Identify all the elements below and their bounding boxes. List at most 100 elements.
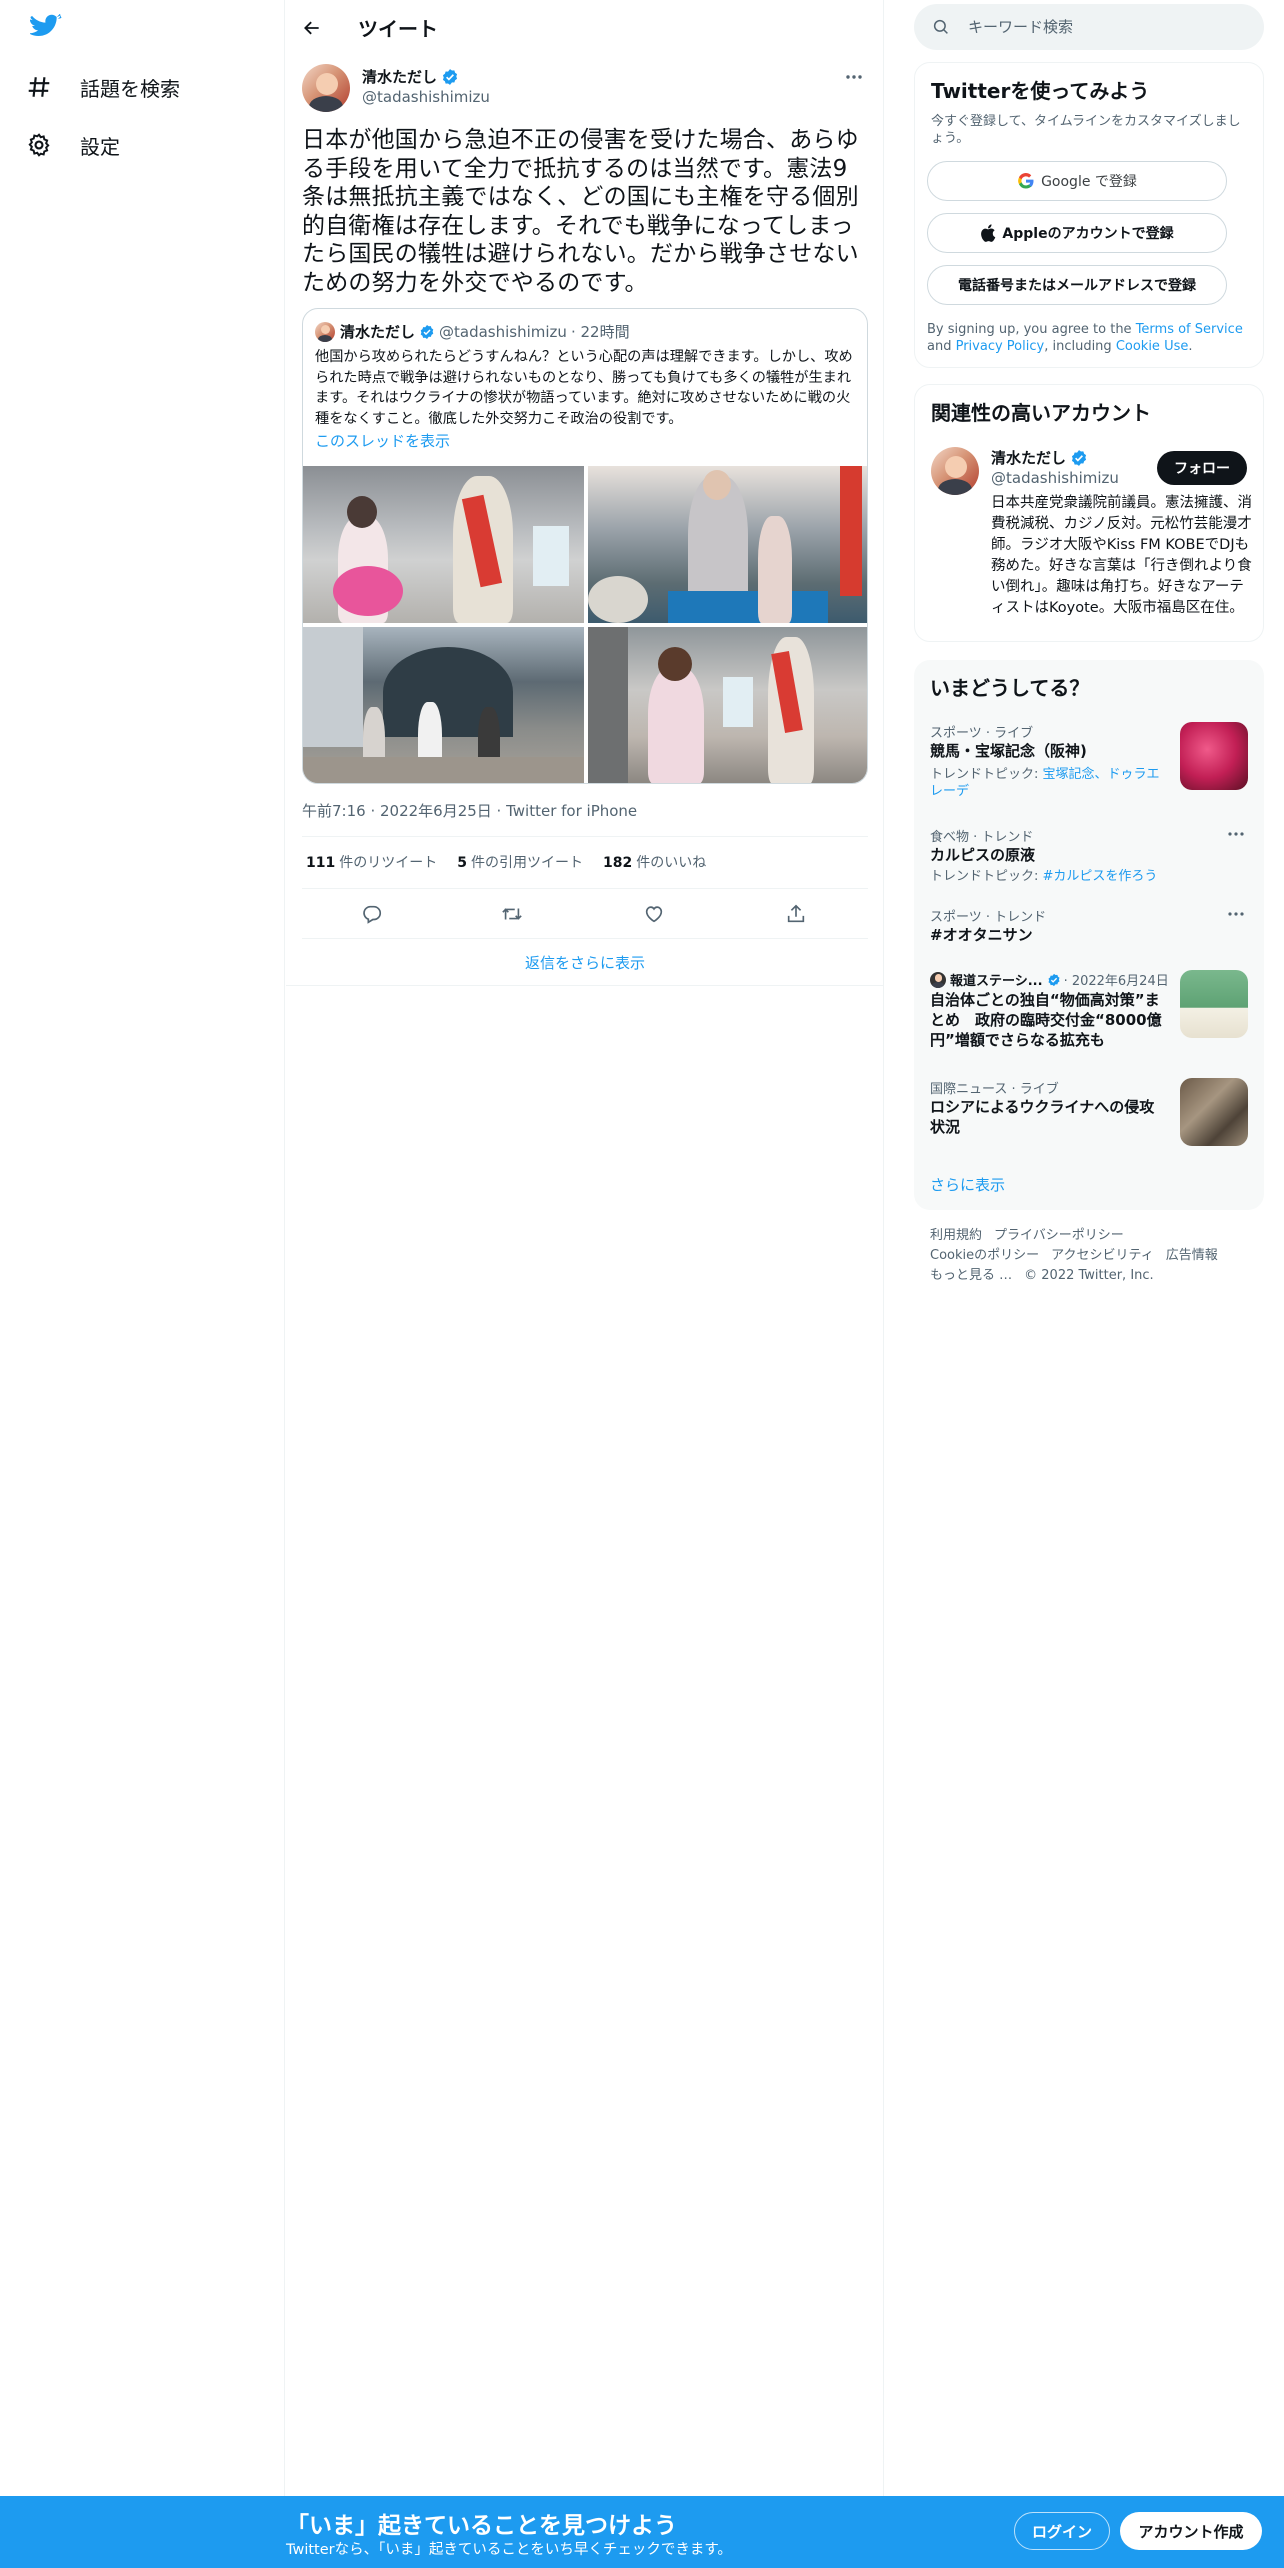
back-button[interactable]: [294, 10, 330, 46]
search-bar[interactable]: [914, 4, 1264, 50]
apple-signup-button[interactable]: Appleのアカウントで登録: [927, 213, 1227, 253]
show-thread-link[interactable]: このスレッドを表示: [315, 430, 450, 451]
tweet-photo[interactable]: [303, 627, 584, 783]
search-icon: [932, 18, 950, 36]
tweet-author-name-text: 清水ただし: [362, 68, 438, 86]
related-account-handle[interactable]: @tadashishimizu: [991, 469, 1119, 487]
login-button[interactable]: ログイン: [1014, 2512, 1110, 2550]
nav-explore[interactable]: 話題を検索: [24, 62, 180, 112]
quoted-author-name: 清水ただし: [340, 323, 416, 341]
follow-button[interactable]: フォロー: [1157, 451, 1247, 485]
quoted-author-avatar: [315, 321, 335, 342]
signup-card: Twitterを使ってみよう 今すぐ登録して、タイムラインをカスタマイズしましょ…: [914, 62, 1264, 368]
footer-links: 利用規約 プライバシーポリシー Cookieのポリシー アクセシビリティ 広告情報 も…: [930, 1226, 1260, 1286]
footer-link-ads-info[interactable]: 広告情報: [1166, 1248, 1218, 1263]
arrow-left-icon: [302, 18, 322, 38]
trend-title: #オオタニサン: [930, 926, 1033, 944]
trend-topics-label: トレンドトピック:: [930, 869, 1043, 884]
footer-copyright: © 2022 Twitter, Inc.: [1024, 1268, 1154, 1283]
signup-card-title: Twitterを使ってみよう: [931, 79, 1150, 103]
tweet-author-handle[interactable]: @tadashishimizu: [362, 88, 490, 106]
tweet-timestamp[interactable]: 午前7:16 · 2022年6月25日 · Twitter for iPhone: [302, 800, 637, 821]
verified-badge-icon: [441, 68, 459, 86]
trend-item[interactable]: 食べ物 · トレンド カルピスの原液 トレンドトピック: #カルピスを作ろう: [914, 824, 1264, 884]
google-signup-button[interactable]: Google で登録: [927, 161, 1227, 201]
tweet-photo[interactable]: [303, 466, 584, 623]
trend-topics: トレンドトピック: 宝塚記念、ドゥラエレーデ: [930, 766, 1170, 800]
search-input[interactable]: [968, 18, 1218, 36]
nav-settings[interactable]: 設定: [24, 120, 120, 170]
tweet-author-name[interactable]: 清水ただし: [362, 66, 459, 87]
signup-card-description: 今すぐ登録して、タイムラインをカスタマイズしましょう。: [931, 114, 1241, 146]
related-account-name-text: 清水ただし: [991, 449, 1067, 467]
trend-title: 競馬・宝塚記念（阪神): [930, 742, 1087, 760]
twitter-bird-icon[interactable]: [30, 14, 66, 50]
trend-item[interactable]: スポーツ · トレンド #オオタニサン: [914, 906, 1264, 950]
trends-card: いまどうしてる？ スポーツ · ライブ 競馬・宝塚記念（阪神) トレンドトピック…: [914, 660, 1264, 1210]
quoted-tweet-time: · 22時間: [570, 323, 630, 341]
footer-link-more[interactable]: もっと見る …: [930, 1268, 1012, 1283]
divider: [302, 888, 868, 889]
show-more-trends-link[interactable]: さらに表示: [930, 1174, 1005, 1195]
quoted-tweet-header: 清水ただし @tadashishimizu · 22時間: [315, 321, 630, 342]
trend-category: 食べ物 · トレンド: [930, 830, 1034, 845]
trend-title: ロシアによるウクライナへの侵攻状況: [930, 1098, 1155, 1136]
privacy-policy-link[interactable]: Privacy Policy: [956, 339, 1045, 354]
terms-text: and: [927, 339, 956, 354]
page-title: ツイート: [358, 17, 438, 41]
apple-logo-icon: [980, 224, 996, 242]
more-dots-icon: [1228, 832, 1244, 836]
terms-text: , including: [1044, 339, 1116, 354]
retweets-stat[interactable]: 111 件のリツイート: [306, 852, 437, 872]
news-source: 報道ステーシ... · 2022年6月24日: [930, 970, 1169, 989]
tweet-photo[interactable]: [588, 466, 867, 623]
footer-link-privacy[interactable]: プライバシーポリシー: [994, 1228, 1124, 1243]
signup-prompt-bar: 「いま」起きていることを見つけよう Twitterなら、「いま」起きていることを…: [0, 2496, 1284, 2568]
trend-more-button[interactable]: [1224, 904, 1248, 924]
footer-link-accessibility[interactable]: アクセシビリティ: [1051, 1248, 1154, 1263]
footer-link-cookies[interactable]: Cookieのポリシー: [930, 1248, 1039, 1263]
more-dots-icon: [1228, 912, 1244, 916]
related-account-avatar[interactable]: [931, 447, 979, 495]
related-accounts-title: 関連性の高いアカウント: [931, 401, 1151, 425]
terms-of-service-link[interactable]: Terms of Service: [1136, 322, 1243, 337]
reply-button[interactable]: [358, 900, 386, 928]
more-dots-icon: [845, 74, 863, 80]
footer-link-terms[interactable]: 利用規約: [930, 1228, 982, 1243]
phone-email-signup-button[interactable]: 電話番号またはメールアドレスで登録: [927, 265, 1227, 305]
news-item[interactable]: 報道ステーシ... · 2022年6月24日 自治体ごとの独自“物価高対策”まと…: [914, 970, 1264, 1060]
trend-topics-links[interactable]: #カルピスを作ろう: [1043, 869, 1158, 884]
retweet-button[interactable]: [498, 900, 526, 928]
heart-icon: [643, 903, 665, 925]
show-more-replies[interactable]: 返信をさらに表示: [286, 940, 884, 986]
likes-label: 件のいいね: [636, 855, 707, 871]
tweet-author-avatar[interactable]: [302, 64, 350, 112]
related-account-name[interactable]: 清水ただし: [991, 447, 1088, 468]
more-options-button[interactable]: [841, 64, 867, 90]
retweet-icon: [500, 903, 524, 925]
tweet-text: 日本が他国から急迫不正の侵害を受けた場合、あらゆる手段を用いて全力で抵抗するのは…: [302, 127, 859, 296]
like-button[interactable]: [640, 900, 668, 928]
tweet-photo[interactable]: [588, 627, 867, 783]
left-navigation: 話題を検索 設定: [0, 0, 285, 2568]
trend-more-button[interactable]: [1224, 824, 1248, 844]
google-signup-label: Google で登録: [1041, 174, 1137, 190]
media-grid: [303, 466, 867, 783]
share-button[interactable]: [782, 900, 810, 928]
page-header: ツイート: [286, 0, 884, 54]
divider: [302, 836, 868, 837]
trend-thumbnail: [1180, 1078, 1248, 1146]
nav-settings-label: 設定: [80, 134, 120, 159]
cookie-use-link[interactable]: Cookie Use: [1116, 339, 1189, 354]
related-accounts-card: 関連性の高いアカウント 清水ただし @tadashishimizu フォロー 日…: [914, 384, 1264, 642]
create-account-button[interactable]: アカウント作成: [1120, 2512, 1262, 2550]
likes-stat[interactable]: 182 件のいいね: [603, 852, 706, 872]
verified-badge-icon: [1070, 449, 1088, 467]
tweet-stats: 111 件のリツイート 5 件の引用ツイート 182 件のいいね: [306, 852, 726, 872]
trend-item[interactable]: スポーツ · ライブ 競馬・宝塚記念（阪神) トレンドトピック: 宝塚記念、ドゥ…: [914, 722, 1264, 802]
trend-item[interactable]: 国際ニュース · ライブ ロシアによるウクライナへの侵攻状況: [914, 1078, 1264, 1148]
quoted-tweet[interactable]: 清水ただし @tadashishimizu · 22時間 他国から攻められたらど…: [302, 308, 868, 784]
quotes-stat[interactable]: 5 件の引用ツイート: [457, 852, 583, 872]
google-logo-icon: [1017, 172, 1035, 190]
news-source-avatar: [930, 971, 946, 988]
